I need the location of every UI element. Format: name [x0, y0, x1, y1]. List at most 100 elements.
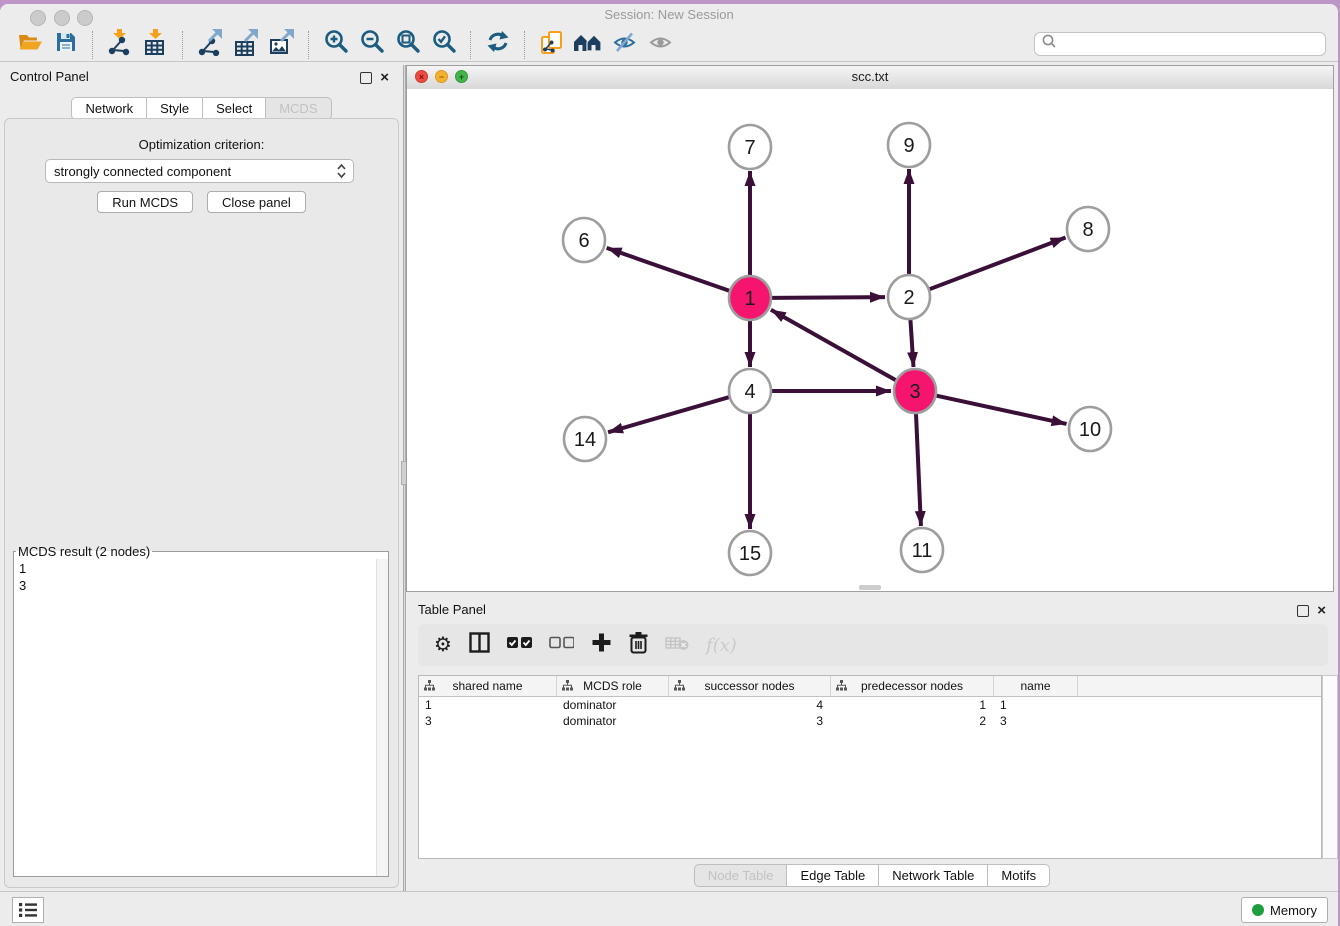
network-hscroll-thumb[interactable] [859, 585, 881, 590]
result-scrollbar[interactable] [376, 559, 388, 876]
select-all-icon [507, 636, 532, 654]
edge-2-3[interactable] [910, 319, 913, 367]
add-icon [591, 632, 612, 658]
network-title: scc.txt [407, 69, 1333, 84]
float-panel-icon[interactable] [360, 72, 372, 84]
edge-1-6[interactable] [607, 248, 730, 291]
node-label: 2 [903, 287, 914, 309]
node-9[interactable]: 9 [888, 123, 930, 167]
delete-icon [629, 632, 648, 659]
node-8[interactable]: 8 [1067, 207, 1109, 251]
hide-details-icon [613, 32, 636, 58]
zoom-in-button[interactable] [318, 30, 354, 60]
node-15[interactable]: 15 [729, 531, 771, 575]
tab-network[interactable]: Network [71, 97, 146, 120]
edge-1-2[interactable] [772, 297, 885, 298]
export-image-button[interactable] [264, 30, 300, 60]
hide-details-button[interactable] [606, 30, 642, 60]
open-file-icon [17, 31, 43, 58]
network-canvas[interactable]: 7 9 6 8 1 2 4 3 14 10 15 11 [407, 89, 1333, 591]
node-3[interactable]: 3 [894, 369, 936, 413]
node-label: 8 [1082, 219, 1093, 241]
edge-4-14[interactable] [608, 397, 729, 432]
column-header-shared-name[interactable]: shared name [419, 676, 557, 696]
table-cell: 1 [994, 697, 1078, 713]
table-cell: 3 [669, 713, 831, 729]
column-header-predecessor-nodes[interactable]: predecessor nodes [831, 676, 994, 696]
show-details-icon [649, 32, 672, 58]
mcds-result-list: 13 [14, 559, 376, 876]
tab-edge-table[interactable]: Edge Table [786, 864, 878, 887]
export-network-button[interactable] [192, 30, 228, 60]
import-network-button[interactable] [102, 30, 138, 60]
close-panel-button[interactable]: Close panel [207, 191, 306, 213]
node-14[interactable]: 14 [564, 417, 606, 461]
node-1[interactable]: 1 [729, 276, 771, 320]
edge-3-10[interactable] [936, 396, 1066, 424]
open-file-button[interactable] [12, 30, 48, 60]
add-button[interactable] [591, 632, 612, 658]
mcds-result-title: MCDS result (2 nodes) [16, 544, 152, 559]
table-panel: Table Panel × ⚙f(x) shared nameMCDS role… [406, 595, 1338, 892]
tab-select[interactable]: Select [202, 97, 265, 120]
column-header-successor-nodes[interactable]: successor nodes [669, 676, 831, 696]
clone-network-button[interactable] [534, 30, 570, 60]
node-2[interactable]: 2 [888, 275, 930, 319]
deselect-all-button[interactable] [549, 636, 574, 654]
node-4[interactable]: 4 [729, 369, 771, 413]
zoom-selected-button[interactable] [426, 30, 462, 60]
task-history-button[interactable] [12, 897, 44, 923]
close-panel-icon[interactable]: × [380, 73, 389, 83]
columns-button[interactable] [469, 632, 490, 658]
dropdown-value: strongly connected component [54, 164, 231, 179]
columns-icon [469, 632, 490, 658]
tab-network-table[interactable]: Network Table [878, 864, 987, 887]
settings-button[interactable]: ⚙ [434, 634, 452, 656]
show-details-button[interactable] [642, 30, 678, 60]
tab-motifs[interactable]: Motifs [987, 864, 1050, 887]
network-graph[interactable]: 7 9 6 8 1 2 4 3 14 10 15 11 [407, 89, 1333, 591]
import-table-button[interactable] [138, 30, 174, 60]
edge-3-1[interactable] [771, 310, 896, 380]
toolbar-separator [182, 31, 184, 59]
table-cell: 1 [419, 697, 557, 713]
edge-2-8[interactable] [930, 238, 1066, 290]
table-cell: 2 [831, 713, 994, 729]
tab-mcds[interactable]: MCDS [265, 97, 331, 120]
edge-3-11[interactable] [916, 413, 921, 526]
float-table-panel-icon[interactable] [1297, 605, 1309, 617]
zoom-in-icon [323, 29, 349, 60]
node-6[interactable]: 6 [563, 218, 605, 262]
delete-button[interactable] [629, 632, 648, 659]
tab-style[interactable]: Style [146, 97, 202, 120]
node-10[interactable]: 10 [1069, 407, 1111, 451]
tab-node-table[interactable]: Node Table [694, 864, 787, 887]
zoom-out-button[interactable] [354, 30, 390, 60]
table-row[interactable]: 3dominator323 [419, 713, 1321, 729]
node-7[interactable]: 7 [729, 125, 771, 169]
close-table-panel-icon[interactable]: × [1317, 606, 1326, 616]
node-11[interactable]: 11 [901, 528, 943, 572]
memory-button[interactable]: Memory [1241, 897, 1328, 923]
home-button[interactable] [570, 30, 606, 60]
refresh-icon [485, 30, 511, 59]
import-table-icon [143, 29, 169, 61]
result-line: 3 [19, 577, 371, 594]
export-table-button[interactable] [228, 30, 264, 60]
search-icon [1041, 33, 1058, 55]
table-scrollbar[interactable] [1322, 675, 1338, 859]
run-mcds-button[interactable]: Run MCDS [97, 191, 193, 213]
zoom-fit-button[interactable] [390, 30, 426, 60]
column-header-name[interactable]: name [994, 676, 1078, 696]
table-row[interactable]: 1dominator411 [419, 697, 1321, 713]
select-all-button[interactable] [507, 636, 532, 654]
refresh-button[interactable] [480, 30, 516, 60]
column-header-mcds-role[interactable]: MCDS role [557, 676, 669, 696]
node-label: 14 [574, 429, 596, 451]
memory-label: Memory [1270, 903, 1317, 918]
function-icon: f(x) [706, 635, 737, 656]
save-session-button[interactable] [48, 30, 84, 60]
search-input[interactable] [1034, 32, 1326, 56]
optimization-dropdown[interactable]: strongly connected component [45, 159, 354, 183]
status-bar: Memory [0, 891, 1338, 926]
